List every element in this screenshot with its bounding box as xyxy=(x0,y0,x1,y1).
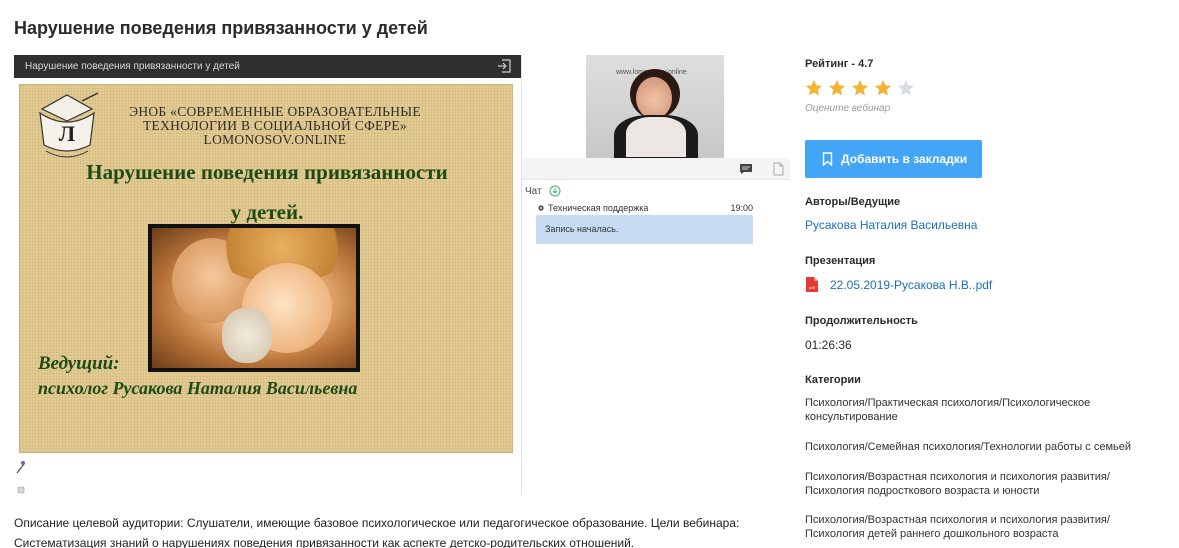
star-icon[interactable] xyxy=(874,79,892,97)
rating-stars[interactable] xyxy=(805,79,915,97)
description-line: Описание целевой аудитории: Слушатели, и… xyxy=(14,516,740,530)
chat-message-author: Техническая поддержка xyxy=(548,203,649,213)
categories-label: Категории xyxy=(805,374,861,386)
author-link[interactable]: Русакова Наталия Васильевна xyxy=(805,218,977,232)
presentation-label: Презентация xyxy=(805,255,876,267)
slide-photo xyxy=(148,224,360,372)
webinar-description: Описание целевой аудитории: Слушатели, и… xyxy=(14,513,794,548)
chat-icon[interactable] xyxy=(739,163,753,175)
webinar-player: Нарушение поведения привязанности у дете… xyxy=(14,55,522,495)
eraser-icon[interactable] xyxy=(17,486,25,494)
pdf-icon: pdf xyxy=(806,277,818,292)
slide-title-line1: Нарушение поведения привязанности xyxy=(86,160,448,184)
presentation-file[interactable]: pdf 22.05.2019-Русакова Н.В..pdf xyxy=(805,276,992,293)
authors-label: Авторы/Ведущие xyxy=(805,196,901,208)
slide-host-name: психолог Русакова Наталия Васильевна xyxy=(38,378,358,398)
bookmark-icon xyxy=(822,152,833,166)
player-title: Нарушение поведения привязанности у дете… xyxy=(25,61,240,72)
page-title: Нарушение поведения привязанности у дете… xyxy=(14,18,428,38)
chat-label: Чат xyxy=(525,186,542,197)
add-bookmark-label: Добавить в закладки xyxy=(841,152,968,166)
slide-toolbar[interactable] xyxy=(14,459,28,495)
star-icon[interactable] xyxy=(851,79,869,97)
duration-value: 01:26:36 xyxy=(805,338,852,352)
star-icon[interactable] xyxy=(805,79,823,97)
exit-icon[interactable] xyxy=(497,59,511,73)
lomonosov-logo: Л xyxy=(39,92,99,158)
category-link[interactable]: Психология/Практическая психология/Психо… xyxy=(805,396,1135,424)
presentation-link[interactable]: 22.05.2019-Русакова Н.В..pdf xyxy=(830,278,992,292)
chat-message-time: 19:00 xyxy=(730,203,753,213)
presentation-slide: Л ЭНОБ «СОВРЕМЕННЫЕ ОБРАЗОВАТЕЛЬНЫЕ ТЕХН… xyxy=(19,84,513,453)
slide-host-label: Ведущий: xyxy=(38,353,120,374)
chat-message-header: Техническая поддержка 19:00 xyxy=(537,203,753,213)
rating-label: Рейтинг - 4.7 xyxy=(805,58,874,70)
slide-title-line2: у детей. xyxy=(230,200,304,224)
category-link[interactable]: Психология/Возрастная психология и психо… xyxy=(805,470,1135,498)
rate-hint: Оцените вебинар xyxy=(805,103,891,114)
player-title-bar: Нарушение поведения привязанности у дете… xyxy=(14,55,521,78)
download-icon[interactable] xyxy=(549,185,561,197)
add-bookmark-button[interactable]: Добавить в закладки xyxy=(805,140,982,178)
category-link[interactable]: Психология/Возрастная психология и психо… xyxy=(805,513,1135,541)
presenter-video[interactable]: www.lomonosov.online xyxy=(586,55,724,158)
description-line: Систематизация знаний о нарушениях повед… xyxy=(14,536,635,548)
star-icon[interactable] xyxy=(897,79,915,97)
chat-tabs xyxy=(522,158,790,180)
category-link[interactable]: Психология/Семейная психология/Технологи… xyxy=(805,440,1135,454)
document-icon[interactable] xyxy=(773,162,784,176)
star-icon[interactable] xyxy=(828,79,846,97)
duration-label: Продолжительность xyxy=(805,315,918,327)
pencil-icon[interactable] xyxy=(16,461,25,474)
svg-text:pdf: pdf xyxy=(809,285,815,290)
gear-icon xyxy=(538,205,544,211)
svg-text:Л: Л xyxy=(59,121,76,146)
chat-message-text: Запись началась. xyxy=(536,215,753,244)
slide-organization: ЭНОБ «СОВРЕМЕННЫЕ ОБРАЗОВАТЕЛЬНЫЕ ТЕХНОЛ… xyxy=(129,104,421,147)
